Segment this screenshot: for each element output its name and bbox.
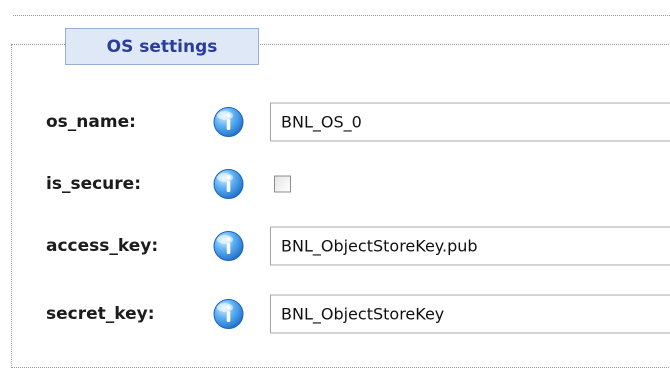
access-key-label: access_key: <box>46 236 159 256</box>
os-name-label: os_name: <box>46 112 136 132</box>
os-settings-panel: OS settings os_name: BNL_OS_0 is_secure: <box>0 0 670 368</box>
os-name-value: BNL_OS_0 <box>281 112 362 132</box>
info-icon[interactable] <box>213 299 244 330</box>
row-os-name: os_name: BNL_OS_0 <box>0 100 670 144</box>
is-secure-label: is_secure: <box>46 174 141 194</box>
secret-key-value: BNL_ObjectStoreKey <box>281 304 445 324</box>
info-icon[interactable] <box>213 231 244 262</box>
top-divider <box>13 15 670 16</box>
info-icon[interactable] <box>213 169 244 200</box>
info-icon[interactable] <box>213 107 244 138</box>
row-access-key: access_key: BNL_ObjectStoreKey.pub <box>0 224 670 268</box>
os-settings-legend: OS settings <box>65 28 259 65</box>
legend-label: OS settings <box>106 36 218 57</box>
row-is-secure: is_secure: <box>0 162 670 206</box>
is-secure-checkbox[interactable] <box>274 175 291 193</box>
row-secret-key: secret_key: BNL_ObjectStoreKey <box>0 292 670 336</box>
secret-key-label: secret_key: <box>46 304 155 324</box>
access-key-value: BNL_ObjectStoreKey.pub <box>281 236 478 256</box>
access-key-input[interactable]: BNL_ObjectStoreKey.pub <box>270 226 670 266</box>
secret-key-input[interactable]: BNL_ObjectStoreKey <box>270 294 670 334</box>
os-name-input[interactable]: BNL_OS_0 <box>270 102 670 142</box>
